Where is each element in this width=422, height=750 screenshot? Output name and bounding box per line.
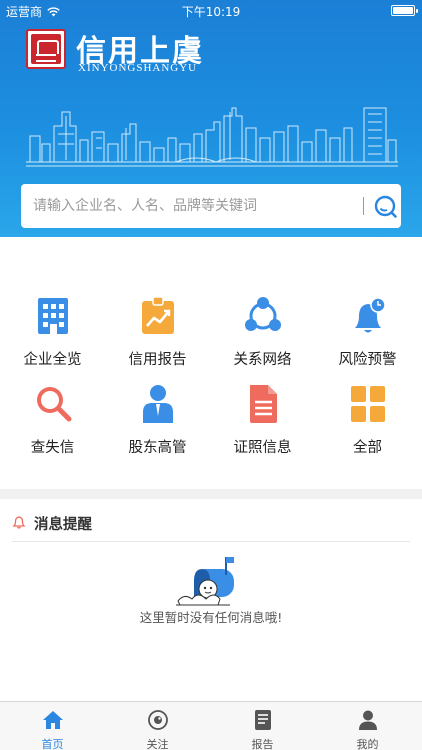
grid-label: 全部 xyxy=(353,440,382,456)
battery-icon xyxy=(391,5,418,16)
report-chart-icon xyxy=(142,296,174,334)
search-input[interactable] xyxy=(33,184,343,228)
grid-item-license-info[interactable]: 证照信息 xyxy=(210,384,315,460)
tab-report[interactable]: 报告 xyxy=(210,702,315,750)
search-divider xyxy=(363,197,364,215)
follow-eye-icon xyxy=(148,710,168,730)
tab-label: 首页 xyxy=(41,738,64,750)
empty-mailbox-illustration xyxy=(176,557,234,606)
status-time: 下午10:19 xyxy=(181,5,241,19)
tab-follow[interactable]: 关注 xyxy=(105,702,210,750)
grid-item-risk-alert[interactable]: 风险预警 xyxy=(315,296,420,372)
brand-logo xyxy=(26,29,66,69)
shareholder-person-icon xyxy=(143,385,173,423)
grid-label: 证照信息 xyxy=(233,440,292,456)
empty-message-text: 这里暂时没有任何消息哦! xyxy=(139,610,283,625)
grid-label: 风险预警 xyxy=(338,352,397,368)
all-grid-icon xyxy=(351,386,385,422)
tab-label: 我的 xyxy=(356,738,379,750)
grid-item-relationship-network[interactable]: 关系网络 xyxy=(210,296,315,372)
grid-label: 关系网络 xyxy=(233,352,292,368)
tab-label: 关注 xyxy=(146,738,169,750)
grid-item-credit-report[interactable]: 信用报告 xyxy=(105,296,210,372)
grid-item-all[interactable]: 全部 xyxy=(315,384,420,460)
message-header: 消息提醒 xyxy=(12,512,410,542)
search-icon[interactable] xyxy=(373,194,399,220)
alarm-bell-icon xyxy=(355,297,386,333)
header-banner: 运营商 下午10:19 信用上虞 XINYONGSHANGYU xyxy=(0,0,422,237)
report-doc-icon xyxy=(255,710,271,730)
message-title: 消息提醒 xyxy=(34,517,92,533)
bottom-tab-bar: 首页 关注 报告 我的 xyxy=(0,701,422,750)
city-skyline-illustration xyxy=(26,107,398,167)
grid-item-shareholders-executives[interactable]: 股东高管 xyxy=(105,384,210,460)
status-bar: 运营商 下午10:19 xyxy=(0,0,422,20)
tab-home[interactable]: 首页 xyxy=(0,702,105,750)
home-icon xyxy=(43,711,63,729)
grid-label: 查失信 xyxy=(30,440,75,456)
bell-icon xyxy=(12,516,26,529)
search-bar[interactable] xyxy=(21,184,401,228)
tab-label: 报告 xyxy=(251,738,274,750)
building-icon xyxy=(38,298,68,334)
brand-subtitle: XINYONGSHANGYU xyxy=(78,62,198,74)
grid-label: 企业全览 xyxy=(23,352,82,368)
search-magnifier-icon xyxy=(37,387,72,422)
tab-mine[interactable]: 我的 xyxy=(315,702,420,750)
section-divider xyxy=(0,489,422,499)
license-document-icon xyxy=(250,385,277,423)
grid-label: 信用报告 xyxy=(128,352,187,368)
network-icon xyxy=(245,297,281,331)
profile-icon xyxy=(359,710,377,730)
grid-item-check-dishonesty[interactable]: 查失信 xyxy=(0,384,105,460)
grid-label: 股东高管 xyxy=(128,440,187,456)
grid-item-enterprise-overview[interactable]: 企业全览 xyxy=(0,296,105,372)
